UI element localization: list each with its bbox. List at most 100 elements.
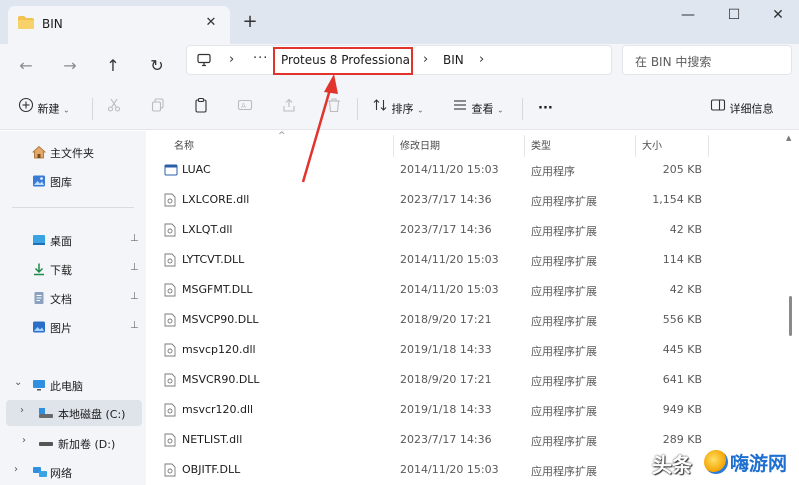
close-button[interactable]: ✕ bbox=[766, 5, 790, 25]
dll-icon bbox=[164, 343, 176, 360]
scrollbar-thumb[interactable] bbox=[789, 296, 792, 336]
file-row[interactable]: MSGFMT.DLL 2014/11/20 15:03 应用程序扩展 42 KB bbox=[154, 275, 714, 305]
sidebar-item-home[interactable]: 主文件夹 bbox=[0, 139, 146, 165]
sidebar-item-label: 此电脑 bbox=[50, 380, 83, 393]
dll-icon bbox=[164, 193, 176, 210]
sort-caret-icon: ^ bbox=[278, 131, 286, 141]
cut-button[interactable] bbox=[106, 97, 122, 121]
file-list: ^ 名称 修改日期 类型 大小 LUAC 2014/11/20 15:03 应用程序… bbox=[146, 131, 799, 485]
navigation-pane: 主文件夹 图库 桌面 ⊥ 下载 ⊥ 文档 ⊥ 图片 ⊥ ⌄ 此电脑 › 本地磁盘… bbox=[0, 131, 146, 485]
address-bar[interactable]: › ··· Proteus 8 Professional › BIN › bbox=[186, 45, 612, 75]
chevron-right-icon[interactable]: › bbox=[14, 464, 18, 475]
column-header-size[interactable]: 大小 bbox=[642, 137, 662, 152]
address-row: ← → ↑ ↻ › ··· Proteus 8 Professional › B… bbox=[0, 44, 799, 88]
copy-button[interactable] bbox=[150, 97, 166, 121]
file-row[interactable]: NETLIST.dll 2023/7/17 14:36 应用程序扩展 289 KB bbox=[154, 425, 714, 455]
column-divider[interactable] bbox=[635, 135, 636, 157]
sort-button[interactable]: 排序 ⌄ bbox=[372, 97, 424, 121]
breadcrumb-more-button[interactable]: ··· bbox=[253, 51, 268, 66]
file-row[interactable]: MSVCP90.DLL 2018/9/20 17:21 应用程序扩展 556 KB bbox=[154, 305, 714, 335]
file-row[interactable]: msvcr120.dll 2019/1/18 14:33 应用程序扩展 949 KB bbox=[154, 395, 714, 425]
sort-label: 排序 bbox=[391, 102, 414, 116]
command-bar: 新建 ⌄ A 排序 ⌄ 查看 ⌄ ··· 详细信息 bbox=[0, 88, 799, 130]
more-options-button[interactable]: ··· bbox=[538, 97, 553, 121]
breadcrumb-bin[interactable]: BIN bbox=[443, 53, 464, 67]
tab-bin[interactable]: BIN ✕ bbox=[8, 6, 230, 44]
delete-button[interactable] bbox=[326, 97, 342, 121]
view-button[interactable]: 查看 ⌄ bbox=[452, 97, 504, 121]
sort-icon bbox=[372, 97, 388, 122]
refresh-button[interactable]: ↻ bbox=[145, 54, 169, 78]
breadcrumb-chevron-icon[interactable]: › bbox=[423, 52, 428, 67]
highlight-box bbox=[273, 47, 413, 75]
sidebar-item-network[interactable]: › 网络 bbox=[0, 459, 146, 485]
search-box[interactable]: 在 BIN 中搜索 bbox=[622, 45, 792, 75]
column-header-date[interactable]: 修改日期 bbox=[400, 137, 440, 152]
column-header-type[interactable]: 类型 bbox=[531, 137, 551, 152]
sidebar-item-drive-c[interactable]: › 本地磁盘 (C:) bbox=[6, 400, 142, 426]
forward-button[interactable]: → bbox=[58, 54, 82, 78]
file-row[interactable]: LYTCVT.DLL 2014/11/20 15:03 应用程序扩展 114 KB bbox=[154, 245, 714, 275]
chevron-down-icon: ⌄ bbox=[63, 105, 70, 115]
paste-button[interactable] bbox=[193, 97, 209, 121]
maximize-button[interactable]: ☐ bbox=[722, 5, 746, 25]
svg-text:A: A bbox=[241, 102, 246, 110]
column-header-name[interactable]: 名称 bbox=[174, 137, 194, 152]
monitor-icon[interactable] bbox=[197, 53, 211, 70]
file-size: 556 KB bbox=[662, 313, 702, 326]
column-divider[interactable] bbox=[708, 135, 709, 157]
sidebar-item-label: 网络 bbox=[50, 467, 72, 480]
sidebar-item-gallery[interactable]: 图库 bbox=[0, 168, 146, 194]
rename-button[interactable]: A bbox=[237, 97, 253, 121]
dll-icon bbox=[164, 253, 176, 270]
chevron-right-icon[interactable]: › bbox=[22, 435, 26, 446]
pin-icon[interactable]: ⊥ bbox=[130, 291, 139, 302]
pc-icon bbox=[32, 378, 46, 395]
new-button[interactable]: 新建 ⌄ bbox=[18, 97, 70, 121]
scroll-up-icon[interactable]: ▲ bbox=[786, 134, 791, 142]
sidebar-item-label: 本地磁盘 (C:) bbox=[58, 408, 126, 421]
pin-icon[interactable]: ⊥ bbox=[130, 262, 139, 273]
file-row[interactable]: LXLQT.dll 2023/7/17 14:36 应用程序扩展 42 KB bbox=[154, 215, 714, 245]
column-divider[interactable] bbox=[524, 135, 525, 157]
back-button[interactable]: ← bbox=[14, 54, 38, 78]
pin-icon[interactable]: ⊥ bbox=[130, 320, 139, 331]
sidebar-item-pictures[interactable]: 图片 ⊥ bbox=[0, 314, 146, 340]
chevron-right-icon[interactable]: › bbox=[20, 405, 24, 416]
separator bbox=[92, 98, 93, 120]
details-pane-button[interactable]: 详细信息 bbox=[710, 97, 774, 121]
tab-title: BIN bbox=[42, 17, 63, 31]
up-button[interactable]: ↑ bbox=[101, 54, 125, 78]
file-row[interactable]: MSVCR90.DLL 2018/9/20 17:21 应用程序扩展 641 KB bbox=[154, 365, 714, 395]
share-button[interactable] bbox=[281, 97, 297, 121]
new-tab-button[interactable]: + bbox=[240, 12, 260, 32]
dll-icon bbox=[164, 373, 176, 390]
file-row[interactable]: msvcp120.dll 2019/1/18 14:33 应用程序扩展 445 KB bbox=[154, 335, 714, 365]
sidebar-item-label: 文档 bbox=[50, 293, 72, 306]
file-name: OBJITF.DLL bbox=[182, 463, 241, 476]
sidebar-item-downloads[interactable]: 下载 ⊥ bbox=[0, 256, 146, 282]
dll-icon bbox=[164, 313, 176, 330]
sidebar-item-documents[interactable]: 文档 ⊥ bbox=[0, 285, 146, 311]
dll-icon bbox=[164, 223, 176, 240]
sidebar-item-desktop[interactable]: 桌面 ⊥ bbox=[0, 227, 146, 253]
pin-icon[interactable]: ⊥ bbox=[130, 233, 139, 244]
column-divider[interactable] bbox=[393, 135, 394, 157]
minimize-button[interactable]: — bbox=[676, 5, 700, 25]
file-size: 42 KB bbox=[669, 283, 702, 296]
breadcrumb-chevron-icon[interactable]: › bbox=[479, 52, 484, 67]
sidebar-item-this-pc[interactable]: ⌄ 此电脑 bbox=[0, 372, 146, 398]
file-row[interactable]: OBJITF.DLL 2014/11/20 15:03 应用程序扩展 bbox=[154, 455, 714, 485]
file-row[interactable]: LXLCORE.dll 2023/7/17 14:36 应用程序扩展 1,154 KB bbox=[154, 185, 714, 215]
search-input[interactable]: 在 BIN 中搜索 bbox=[635, 53, 711, 70]
file-date: 2018/9/20 17:21 bbox=[400, 373, 492, 386]
sidebar-item-drive-d[interactable]: › 新加卷 (D:) bbox=[0, 430, 146, 456]
plus-circle-icon bbox=[18, 97, 34, 122]
separator bbox=[522, 98, 523, 120]
file-row[interactable]: LUAC 2014/11/20 15:03 应用程序 205 KB bbox=[154, 155, 714, 185]
file-name: MSVCP90.DLL bbox=[182, 313, 259, 326]
view-label: 查看 bbox=[471, 102, 494, 116]
chevron-down-icon[interactable]: ⌄ bbox=[14, 377, 22, 388]
tab-close-icon[interactable]: ✕ bbox=[202, 14, 220, 32]
breadcrumb-chevron-icon[interactable]: › bbox=[229, 52, 234, 67]
